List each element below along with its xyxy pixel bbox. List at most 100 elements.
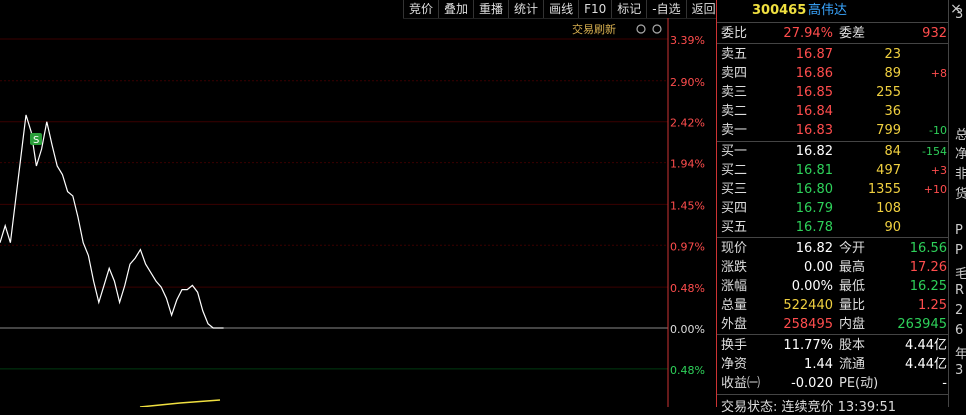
level-price: 16.83: [795, 123, 833, 138]
side-char: 年: [955, 347, 966, 362]
y-tick-label: 1.94%: [670, 158, 705, 171]
average-price-line: [139, 399, 221, 407]
price-line: [0, 114, 224, 329]
level-price: 16.81: [795, 163, 833, 178]
level-label: 卖四: [721, 66, 748, 81]
stat-label: 涨跌: [721, 260, 748, 275]
side-char: 总: [955, 128, 966, 143]
stat-row: 涨跌 0.00 最高 17.26: [717, 258, 949, 277]
stat-value: 522440: [783, 298, 833, 313]
stat-row: 收益㈠ -0.020 PE(动) -: [717, 374, 949, 393]
toolbar-button[interactable]: 标记: [611, 0, 646, 18]
stat-label-2: 流通: [839, 357, 866, 372]
stat-label: 现价: [721, 241, 748, 256]
order-row[interactable]: 卖四 16.86 89 +8: [717, 64, 949, 83]
side-char: 货: [955, 187, 966, 202]
level-volume: 255: [876, 85, 901, 100]
stat-value-2: 17.26: [909, 260, 947, 275]
stat-label-2: 量比: [839, 298, 866, 313]
stat-row: 外盘 258495 内盘 263945: [717, 315, 949, 334]
weibi-label: 委比: [721, 26, 748, 41]
y-tick-label: 1.45%: [670, 199, 705, 212]
order-row[interactable]: 买一 16.82 84 -154: [717, 142, 949, 161]
level-volume: 89: [884, 66, 901, 81]
toolbar-button[interactable]: 统计: [508, 0, 543, 18]
y-tick-label: 2.42%: [670, 117, 705, 130]
level-label: 卖一: [721, 123, 748, 138]
level-label: 买二: [721, 163, 748, 178]
level-volume: 23: [884, 47, 901, 62]
side-panel-clipped: 3总净非货PP毛R26年3: [948, 0, 966, 407]
weibi-value: 27.94%: [783, 26, 833, 41]
toolbar-button[interactable]: -自选: [646, 0, 685, 18]
level-volume: 84: [884, 144, 901, 159]
y-tick-label: 0.97%: [670, 240, 705, 253]
y-tick-label: 0.48%: [670, 282, 705, 295]
side-char: 3: [955, 7, 964, 22]
order-row[interactable]: 买二 16.81 497 +3: [717, 161, 949, 180]
level-price: 16.80: [795, 182, 833, 197]
stat-label: 涨幅: [721, 279, 748, 294]
stat-value-2: 4.44亿: [905, 338, 947, 353]
order-row[interactable]: 卖五 16.87 23: [717, 45, 949, 64]
stat-value-2: 16.56: [909, 241, 947, 256]
stat-row: 总量 522440 量比 1.25: [717, 296, 949, 315]
order-row[interactable]: 卖三 16.85 255: [717, 83, 949, 102]
toolbar-button[interactable]: 画线: [543, 0, 578, 18]
order-row[interactable]: 卖一 16.83 799 -10: [717, 121, 949, 140]
level-price: 16.79: [795, 201, 833, 216]
toolbar-button[interactable]: F10: [578, 0, 611, 18]
order-row[interactable]: 卖二 16.84 36: [717, 102, 949, 121]
level-price: 16.84: [795, 104, 833, 119]
stat-value-2: -: [942, 376, 947, 391]
toolbar-button[interactable]: 竞价: [403, 0, 438, 18]
stat-label-2: 最低: [839, 279, 866, 294]
stat-label: 换手: [721, 338, 748, 353]
stat-value: 0.00: [804, 260, 833, 275]
stat-value-2: 16.25: [909, 279, 947, 294]
stock-name[interactable]: 高伟达: [808, 0, 847, 22]
stat-value: 0.00%: [791, 279, 833, 294]
side-char: R: [955, 283, 965, 298]
side-char: 2: [955, 303, 964, 318]
stat-label-2: PE(动): [839, 376, 879, 391]
refresh-label[interactable]: 交易刷新: [572, 22, 616, 36]
zoom-icon[interactable]: [652, 24, 662, 34]
side-char: 非: [955, 167, 966, 182]
order-row[interactable]: 买五 16.78 90: [717, 218, 949, 237]
stat-row: 净资 1.44 流通 4.44亿: [717, 355, 949, 374]
weibi-row: 委比 27.94% 委差 932: [717, 24, 949, 43]
toolbar-button[interactable]: 重播: [473, 0, 508, 18]
order-book-panel: 300465 高伟达 委比 27.94% 委差 932 卖五 16.87 23 卖四 1…: [716, 0, 949, 415]
order-row[interactable]: 买三 16.80 1355 +10: [717, 180, 949, 199]
level-volume: 108: [876, 201, 901, 216]
y-axis-ticks: 3.39% 2.90% 2.42% 1.94% 1.45% 0.97% 0.48% 0.00%…: [670, 34, 705, 377]
level-label: 买五: [721, 220, 748, 235]
stat-value-2: 4.44亿: [905, 357, 947, 372]
side-char: 6: [955, 323, 964, 338]
stat-label: 收益㈠: [721, 376, 761, 391]
level-volume: 36: [884, 104, 901, 119]
level-price: 16.87: [795, 47, 833, 62]
stat-label: 总量: [721, 298, 748, 313]
stock-code: 300465: [752, 3, 807, 18]
level-volume: 1355: [867, 182, 901, 197]
side-char: P: [955, 223, 963, 238]
stat-value: 16.82: [795, 241, 833, 256]
stat-value: 1.44: [804, 357, 833, 372]
stat-row: 现价 16.82 今开 16.56: [717, 239, 949, 258]
y-tick-label: 3.39%: [670, 34, 705, 47]
side-char: 毛: [955, 267, 966, 282]
intraday-chart: 交易刷新 3.39% 2.90% 2.42% 1.94% 1.45% 0.97% 0.48%…: [0, 18, 705, 407]
level-volume: 90: [884, 220, 901, 235]
sell-marker[interactable]: S: [30, 133, 42, 146]
order-row[interactable]: 买四 16.79 108: [717, 199, 949, 218]
stat-label-2: 内盘: [839, 317, 866, 332]
level-label: 买四: [721, 201, 748, 216]
level-label: 买一: [721, 144, 748, 159]
settings-icon[interactable]: [636, 24, 646, 34]
level-label: 卖二: [721, 104, 748, 119]
toolbar-button[interactable]: 叠加: [438, 0, 473, 18]
level-change: +3: [930, 164, 947, 177]
stat-value: 11.77%: [783, 338, 833, 353]
